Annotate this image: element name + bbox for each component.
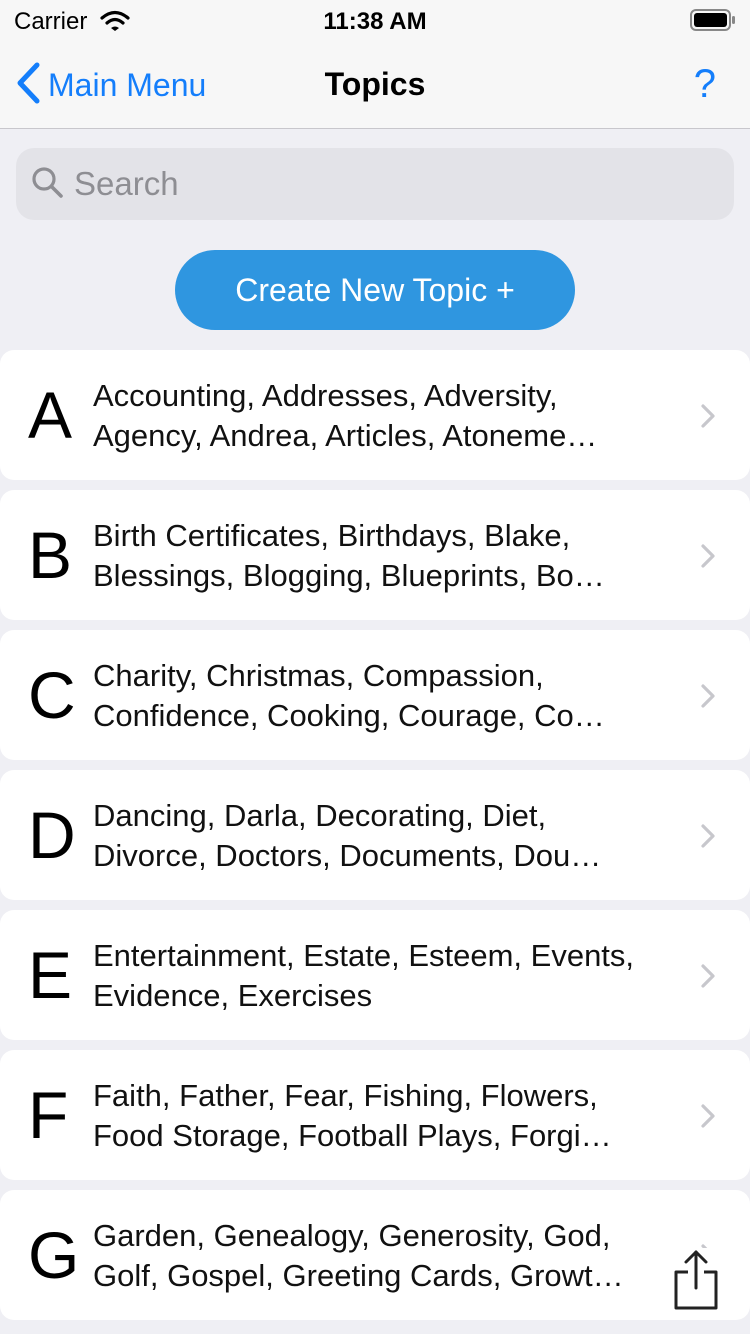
topic-letter: A: [28, 378, 73, 452]
topic-group-f[interactable]: F Faith, Father, Fear, Fishing, Flowers,…: [0, 1050, 750, 1180]
search-bar[interactable]: [16, 148, 734, 220]
topic-letter: B: [28, 518, 73, 592]
page-title: Topics: [324, 66, 426, 102]
topic-group-e[interactable]: E Entertainment, Estate, Esteem, Events,…: [0, 910, 750, 1040]
topic-names: Accounting, Addresses, Adversity, Agency…: [93, 378, 598, 453]
topic-names: Entertainment, Estate, Esteem, Events, E…: [93, 938, 635, 1013]
help-button[interactable]: ?: [694, 62, 716, 107]
chevron-right-icon: [700, 683, 716, 714]
topic-names: Dancing, Darla, Decorating, Diet, Divorc…: [93, 798, 602, 873]
topic-group-g[interactable]: G Garden, Genealogy, Generosity, God, Go…: [0, 1190, 750, 1320]
status-time: 11:38 AM: [323, 8, 427, 35]
chevron-right-icon: [700, 963, 716, 994]
chevron-right-icon: [700, 543, 716, 574]
search-input[interactable]: [74, 165, 694, 203]
topic-letter: C: [28, 658, 76, 732]
topic-group-d[interactable]: D Dancing, Darla, Decorating, Diet, Divo…: [0, 770, 750, 900]
search-icon: [30, 165, 64, 204]
topic-letter: G: [28, 1218, 80, 1292]
topic-group-b[interactable]: B Birth Certificates, Birthdays, Blake, …: [0, 490, 750, 620]
topic-names: Birth Certificates, Birthdays, Blake, Bl…: [93, 518, 605, 593]
topic-names: Garden, Genealogy, Generosity, God, Golf…: [93, 1218, 624, 1293]
share-icon: [668, 1250, 724, 1316]
topic-letter: E: [28, 938, 73, 1012]
battery-icon: [690, 9, 736, 36]
topic-group-c[interactable]: C Charity, Christmas, Compassion, Confid…: [0, 630, 750, 760]
topic-names: Charity, Christmas, Compassion, Confiden…: [93, 658, 605, 733]
topic-group-a[interactable]: A Accounting, Addresses, Adversity, Agen…: [0, 350, 750, 480]
chevron-right-icon: [700, 1103, 716, 1134]
topic-letter: F: [28, 1078, 69, 1152]
chevron-right-icon: [700, 823, 716, 854]
share-button[interactable]: [668, 1248, 724, 1312]
topic-letter: D: [28, 798, 76, 872]
navigation-bar: Main Menu Topics ?: [0, 40, 750, 129]
status-bar: Carrier 11:38 AM: [0, 0, 750, 40]
topic-list: A Accounting, Addresses, Adversity, Agen…: [0, 350, 750, 1330]
chevron-right-icon: [700, 403, 716, 434]
topic-names: Faith, Father, Fear, Fishing, Flowers, F…: [93, 1078, 612, 1153]
create-new-topic-button[interactable]: Create New Topic +: [175, 250, 575, 330]
